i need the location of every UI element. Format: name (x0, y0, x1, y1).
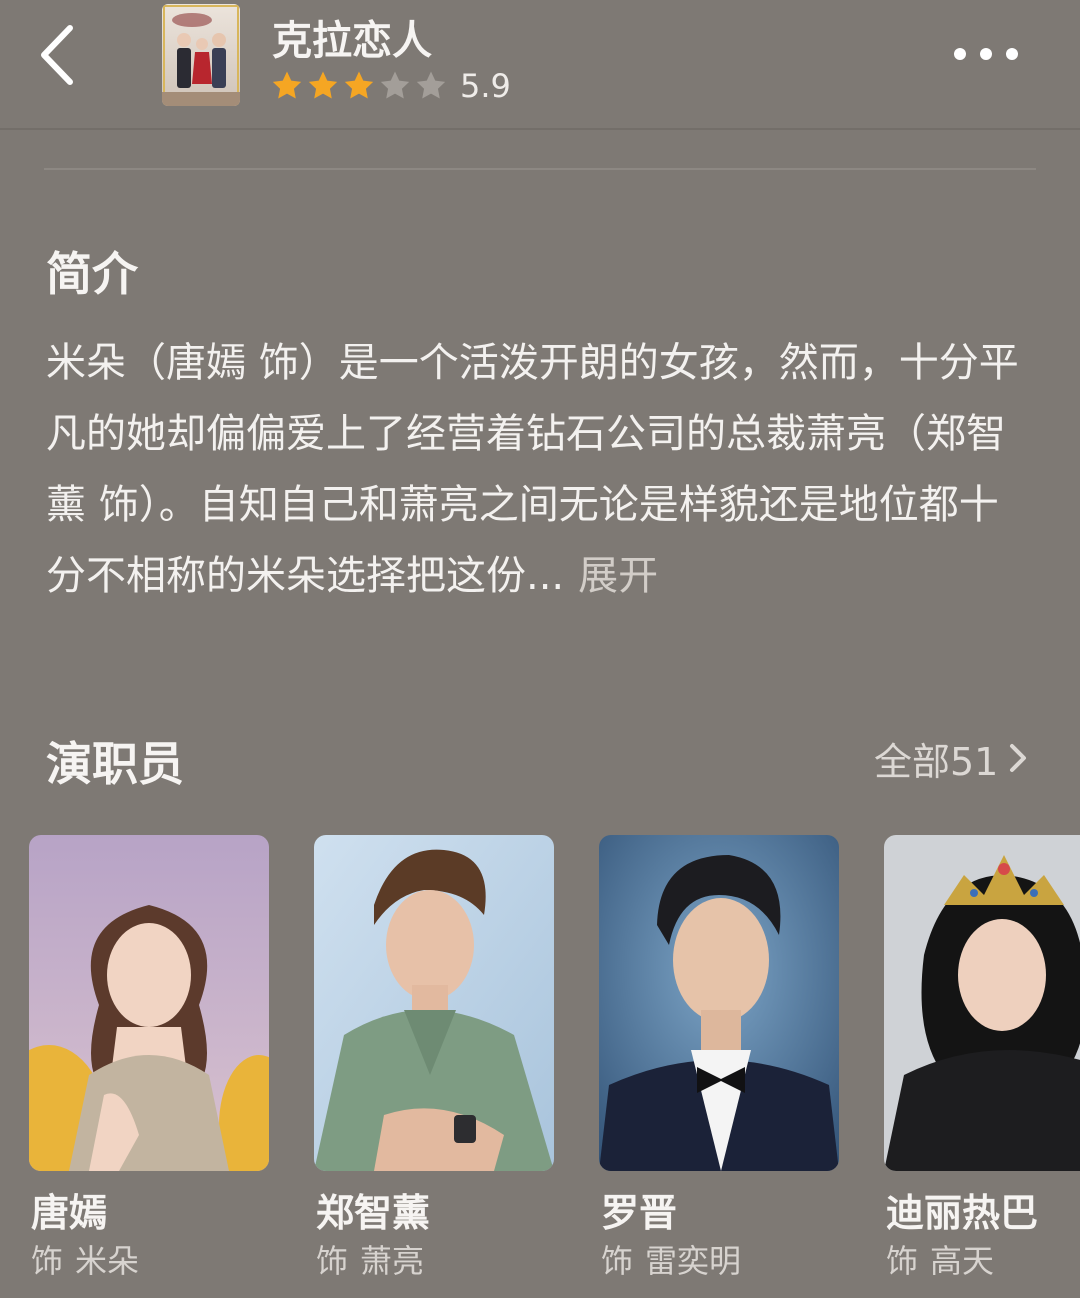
rating-score: 5.9 (460, 67, 511, 105)
rating: 5.9 (270, 67, 511, 105)
cast-name: 迪丽热巴 (886, 1191, 1039, 1235)
role-name: 米朵 (75, 1242, 140, 1280)
role-name: 萧亮 (360, 1242, 425, 1280)
back-button[interactable] (28, 18, 92, 92)
star-icon (344, 71, 374, 99)
synopsis-text: 米朵（唐嫣 饰）是一个活泼开朗的女孩，然而，十分平凡的她却偏偏爱上了经营着钻石公… (46, 340, 1019, 599)
cast-card[interactable]: 唐嫣 饰米朵 (29, 835, 269, 1285)
poster-image (162, 4, 240, 106)
cast-name: 罗晋 (601, 1191, 678, 1235)
cast-card[interactable]: 罗晋 饰雷奕明 (599, 835, 839, 1285)
cast-role: 饰米朵 (29, 1237, 269, 1285)
role-name: 高天 (930, 1242, 995, 1280)
see-all-cast-link[interactable]: 全部51 (874, 732, 1030, 784)
star-icon (308, 71, 338, 99)
role-name: 雷奕明 (645, 1242, 742, 1280)
cast-heading: 演职员 (46, 737, 184, 791)
cast-card[interactable]: 迪丽热巴 饰高天 (884, 835, 1080, 1285)
cast-name: 唐嫣 (31, 1191, 108, 1235)
cast-photo (884, 835, 1080, 1171)
cast-card[interactable]: 郑智薰 饰萧亮 (314, 835, 554, 1285)
chevron-right-icon (1010, 744, 1027, 772)
page-title: 克拉恋人 (272, 18, 432, 64)
see-all-label: 全部51 (874, 739, 999, 784)
synopsis-body: 米朵（唐嫣 饰）是一个活泼开朗的女孩，然而，十分平凡的她却偏偏爱上了经营着钻石公… (46, 328, 1038, 612)
cast-photo (314, 835, 554, 1171)
cast-name: 郑智薰 (316, 1191, 431, 1235)
star-icon (272, 71, 302, 99)
cast-role: 饰雷奕明 (599, 1237, 839, 1285)
synopsis-heading: 简介 (46, 247, 138, 301)
role-prefix: 饰 (886, 1242, 919, 1280)
chevron-left-icon (41, 25, 73, 85)
divider (44, 168, 1036, 170)
more-dot (954, 48, 966, 60)
cast-photo (599, 835, 839, 1171)
cast-role: 饰萧亮 (314, 1237, 554, 1285)
expand-link[interactable]: 展开 (578, 553, 658, 599)
role-prefix: 饰 (31, 1242, 64, 1280)
cast-photo (29, 835, 269, 1171)
more-dot (1006, 48, 1018, 60)
cast-role: 饰高天 (884, 1237, 1080, 1285)
more-button[interactable] (946, 30, 1026, 78)
role-prefix: 饰 (601, 1242, 634, 1280)
poster-thumbnail[interactable] (162, 4, 240, 106)
role-prefix: 饰 (316, 1242, 349, 1280)
top-bar: 克拉恋人 5.9 (0, 0, 1080, 130)
star-icon (380, 71, 410, 99)
more-dot (980, 48, 992, 60)
star-icon (416, 71, 446, 99)
